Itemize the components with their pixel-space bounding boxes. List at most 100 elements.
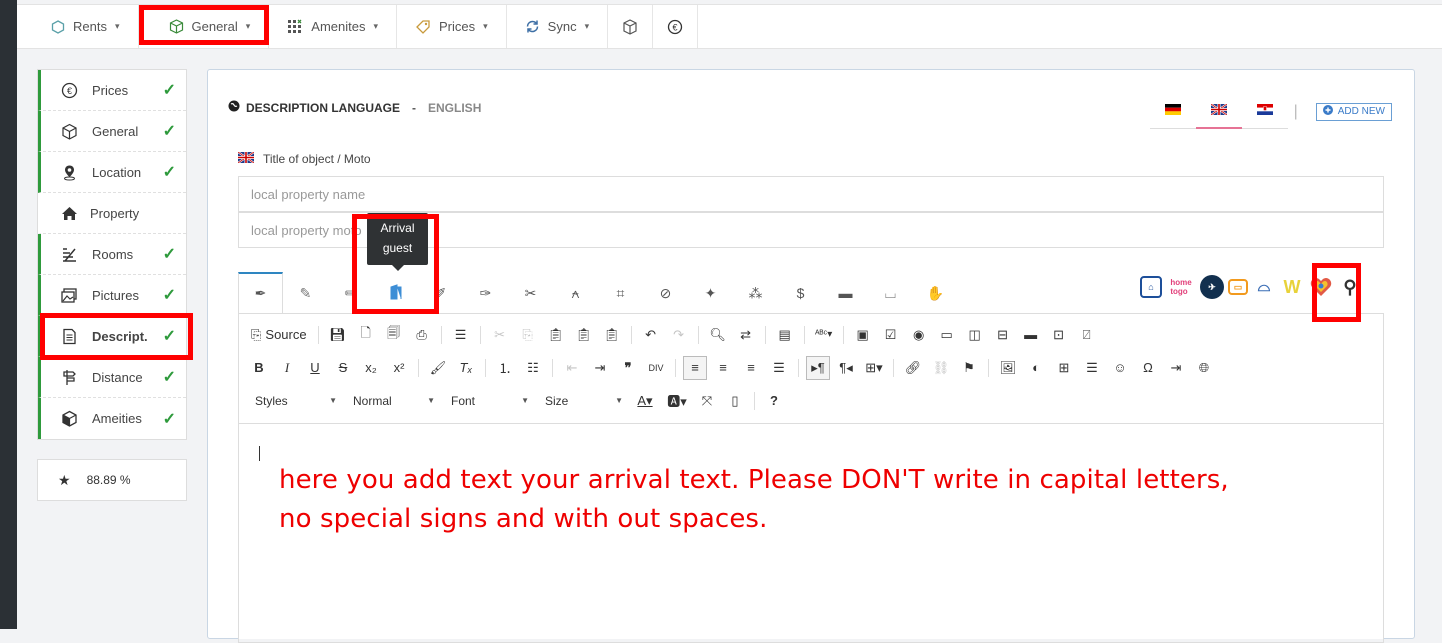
tab-tools[interactable]: ✂: [508, 272, 553, 314]
textarea-button[interactable]: ◫: [963, 323, 987, 347]
page-break-button[interactable]: ⇥: [1164, 356, 1188, 380]
copy-button[interactable]: ⎘: [516, 323, 540, 347]
orange-portal-icon[interactable]: ▭: [1228, 279, 1248, 295]
find-button[interactable]: 🔍︎: [706, 323, 730, 347]
iframe-button[interactable]: 🌐︎: [1192, 356, 1216, 380]
table-button[interactable]: ⊞: [1052, 356, 1076, 380]
horizontal-line-button[interactable]: ☰: [1080, 356, 1104, 380]
tab-arrival-guest[interactable]: [373, 272, 418, 314]
radio-button[interactable]: ◉: [907, 323, 931, 347]
copy-format-button[interactable]: 🖌︎: [426, 356, 450, 380]
sidebar-item-pictures[interactable]: Pictures ✓: [38, 275, 186, 316]
map-pin-portal-icon[interactable]: ⚲: [1338, 275, 1362, 299]
align-right-button[interactable]: ≡: [739, 356, 763, 380]
button-field-button[interactable]: ▬: [1019, 323, 1043, 347]
tab-price[interactable]: $: [778, 272, 823, 314]
font-dropdown[interactable]: Font ▼: [443, 389, 533, 413]
indent-button[interactable]: ⇥: [588, 356, 612, 380]
smiley-button[interactable]: ☺: [1108, 356, 1132, 380]
blue-outline-portal-icon[interactable]: ⌓: [1252, 275, 1276, 299]
print-button[interactable]: ⎙: [410, 323, 434, 347]
sidebar-item-description[interactable]: Descript. ✓: [38, 316, 186, 357]
sidebar-item-property[interactable]: Property: [38, 193, 186, 234]
justify-button[interactable]: ☰: [767, 356, 791, 380]
italic-button[interactable]: I: [275, 356, 299, 380]
source-button[interactable]: ⎘ Source: [247, 323, 311, 347]
hometogo-icon[interactable]: home togo: [1166, 275, 1196, 299]
styles-dropdown[interactable]: Styles ▼: [247, 389, 341, 413]
save-button[interactable]: 💾︎: [326, 323, 350, 347]
tab-brush[interactable]: ✎: [283, 272, 328, 314]
about-button[interactable]: ?: [762, 389, 786, 413]
tab-vector[interactable]: ⍲: [553, 272, 598, 314]
bulleted-list-button[interactable]: ☷: [521, 356, 545, 380]
sidebar-item-location[interactable]: Location ✓: [38, 152, 186, 193]
subscript-button[interactable]: x₂: [359, 356, 383, 380]
blockquote-button[interactable]: ❞: [616, 356, 640, 380]
sidebar-item-amenities[interactable]: Ameities ✓: [38, 398, 186, 439]
tab-marker[interactable]: ✐: [418, 272, 463, 314]
rtl-button[interactable]: ¶◂: [834, 356, 858, 380]
w-portal-icon[interactable]: W: [1280, 275, 1304, 299]
tab-no-edit[interactable]: ⊘: [643, 272, 688, 314]
superscript-button[interactable]: x²: [387, 356, 411, 380]
undo-button[interactable]: ↶: [639, 323, 663, 347]
unlink-button[interactable]: ⛓: [929, 356, 953, 380]
textfield-button[interactable]: ▭: [935, 323, 959, 347]
flash-button[interactable]: ◐: [1024, 356, 1048, 380]
checkbox-button[interactable]: ☑: [879, 323, 903, 347]
redo-button[interactable]: ↷: [667, 323, 691, 347]
image-button-button[interactable]: ⊡: [1047, 323, 1071, 347]
tab-network[interactable]: ⁂: [733, 272, 778, 314]
tab-pencil[interactable]: ✏: [328, 272, 373, 314]
outdent-button[interactable]: ⇤: [560, 356, 584, 380]
bold-button[interactable]: B: [247, 356, 271, 380]
sidebar-item-general[interactable]: General ✓: [38, 111, 186, 152]
heart-portal-icon[interactable]: [1308, 275, 1334, 299]
hidden-field-button[interactable]: ⍁: [1075, 323, 1099, 347]
language-button[interactable]: ⊞▾: [862, 356, 886, 380]
editor-content-area[interactable]: here you add text your arrival text. Ple…: [239, 424, 1383, 639]
nav-rents[interactable]: Rents ▾: [17, 5, 139, 48]
sidebar-item-prices[interactable]: € Prices ✓: [38, 70, 186, 111]
paste-button[interactable]: 📋︎: [544, 323, 568, 347]
remove-format-button[interactable]: Tₓ: [454, 356, 478, 380]
image-button[interactable]: 🖼︎: [996, 356, 1020, 380]
paste-text-button[interactable]: 📋︎: [572, 323, 596, 347]
tab-bath[interactable]: ⌴: [868, 272, 913, 314]
tab-german[interactable]: [1149, 94, 1196, 129]
link-button[interactable]: 🔗︎: [901, 356, 925, 380]
property-name-input[interactable]: local property name: [238, 176, 1384, 212]
tab-croatian[interactable]: [1241, 94, 1288, 129]
paste-word-button[interactable]: 📋︎: [600, 323, 624, 347]
spellcheck-button[interactable]: ᴬᴮᶜ▾: [812, 323, 836, 347]
nav-sync[interactable]: Sync ▾: [507, 5, 609, 48]
background-color-button[interactable]: 🅰︎▾: [663, 389, 691, 413]
cut-button[interactable]: ✂: [488, 323, 512, 347]
ltr-button[interactable]: ▸¶: [806, 355, 830, 380]
size-dropdown[interactable]: Size ▼: [537, 389, 627, 413]
numbered-list-button[interactable]: ⒈: [493, 356, 517, 380]
strike-button[interactable]: S: [331, 356, 355, 380]
div-button[interactable]: DIV: [644, 356, 668, 380]
new-page-button[interactable]: 🗋︎: [354, 323, 378, 347]
preview-button[interactable]: 🗐︎: [382, 323, 406, 347]
show-blocks-button[interactable]: ▯: [723, 389, 747, 413]
airplane-portal-icon[interactable]: ✈: [1200, 275, 1224, 299]
replace-button[interactable]: ⇄: [734, 323, 758, 347]
align-center-button[interactable]: ≡: [711, 356, 735, 380]
tab-highlighter[interactable]: ✑: [463, 272, 508, 314]
special-char-button[interactable]: Ω: [1136, 356, 1160, 380]
nav-prices[interactable]: Prices ▾: [397, 5, 507, 48]
add-language-button[interactable]: ADD NEW: [1315, 102, 1392, 121]
form-button[interactable]: ▣: [851, 323, 875, 347]
house-portal-icon[interactable]: ⌂: [1140, 276, 1162, 298]
select-all-button[interactable]: ▤: [773, 323, 797, 347]
tab-general-description[interactable]: ✒: [238, 272, 283, 314]
nav-general[interactable]: General ▾: [139, 5, 270, 48]
sidebar-item-distance[interactable]: Distance ✓: [38, 357, 186, 398]
nav-amenites[interactable]: Amenites ▾: [269, 5, 398, 48]
format-dropdown[interactable]: Normal ▼: [345, 389, 439, 413]
select-field-button[interactable]: ⊟: [991, 323, 1015, 347]
tab-hand[interactable]: ✋: [913, 272, 958, 314]
